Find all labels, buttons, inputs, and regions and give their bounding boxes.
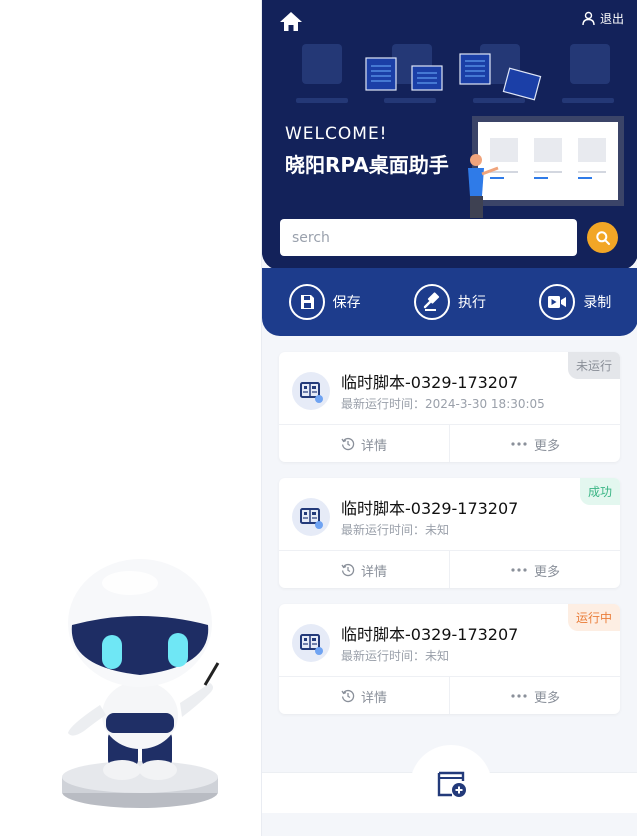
script-title: 临时脚本-0329-173207 xyxy=(341,499,519,518)
more-dots-icon xyxy=(511,568,527,572)
record-video-icon xyxy=(548,296,567,308)
more-label: 更多 xyxy=(533,438,560,454)
search-input[interactable] xyxy=(280,219,577,256)
card-actions: 详情 更多 xyxy=(279,550,620,588)
execute-button[interactable]: 执行 xyxy=(387,284,512,320)
welcome-text: WELCOME! xyxy=(285,124,388,144)
user-icon xyxy=(582,11,595,26)
save-icon xyxy=(300,295,314,309)
search-button[interactable] xyxy=(587,222,618,253)
more-dots-icon xyxy=(511,694,527,698)
record-label: 录制 xyxy=(583,295,612,311)
details-button[interactable]: 详情 xyxy=(279,425,449,462)
gavel-icon xyxy=(423,292,440,311)
script-card[interactable]: 临时脚本-0329-173207 最新运行时间：2024-3-30 18:30:… xyxy=(279,352,620,462)
last-run-time: 最新运行时间：未知 xyxy=(341,523,450,537)
status-badge: 成功 xyxy=(579,478,620,505)
history-icon xyxy=(341,563,355,577)
app-panel: 退出 WELCOME! 晓阳RPA桌面助手 保存 xyxy=(261,0,637,836)
logout-label: 退出 xyxy=(599,12,624,26)
more-label: 更多 xyxy=(533,690,560,706)
save-button[interactable]: 保存 xyxy=(262,284,387,320)
add-script-icon[interactable] xyxy=(436,767,468,799)
script-icon xyxy=(292,372,330,410)
details-label: 详情 xyxy=(360,438,387,454)
more-label: 更多 xyxy=(533,564,560,580)
logout-button[interactable]: 退出 xyxy=(581,10,624,27)
script-title: 临时脚本-0329-173207 xyxy=(341,625,519,644)
last-run-time: 最新运行时间：2024-3-30 18:30:05 xyxy=(341,397,545,411)
record-button[interactable]: 录制 xyxy=(513,284,637,320)
history-icon xyxy=(341,437,355,451)
status-badge: 未运行 xyxy=(567,352,620,379)
save-label: 保存 xyxy=(332,295,361,311)
history-icon xyxy=(341,689,355,703)
robot-mascot-image xyxy=(62,559,220,808)
hero-banner: 退出 WELCOME! 晓阳RPA桌面助手 xyxy=(262,0,637,270)
script-icon xyxy=(292,498,330,536)
more-button[interactable]: 更多 xyxy=(449,677,620,714)
more-button[interactable]: 更多 xyxy=(449,425,620,462)
action-bar: 保存 执行 录制 xyxy=(262,268,637,336)
script-title: 临时脚本-0329-173207 xyxy=(341,373,519,392)
details-label: 详情 xyxy=(360,690,387,706)
status-badge: 运行中 xyxy=(567,604,620,631)
home-icon[interactable] xyxy=(278,10,304,32)
page-title: 晓阳RPA桌面助手 xyxy=(285,153,449,177)
details-label: 详情 xyxy=(360,564,387,580)
script-card[interactable]: 临时脚本-0329-173207 最新运行时间：未知 运行中 详情 更多 xyxy=(279,604,620,714)
script-icon xyxy=(292,624,330,662)
more-dots-icon xyxy=(511,442,527,446)
last-run-time: 最新运行时间：未知 xyxy=(341,649,450,663)
card-actions: 详情 更多 xyxy=(279,676,620,714)
details-button[interactable]: 详情 xyxy=(279,551,449,588)
more-button[interactable]: 更多 xyxy=(449,551,620,588)
card-actions: 详情 更多 xyxy=(279,424,620,462)
details-button[interactable]: 详情 xyxy=(279,677,449,714)
execute-label: 执行 xyxy=(457,295,486,311)
search-icon xyxy=(595,230,610,245)
script-card[interactable]: 临时脚本-0329-173207 最新运行时间：未知 成功 详情 更多 xyxy=(279,478,620,588)
